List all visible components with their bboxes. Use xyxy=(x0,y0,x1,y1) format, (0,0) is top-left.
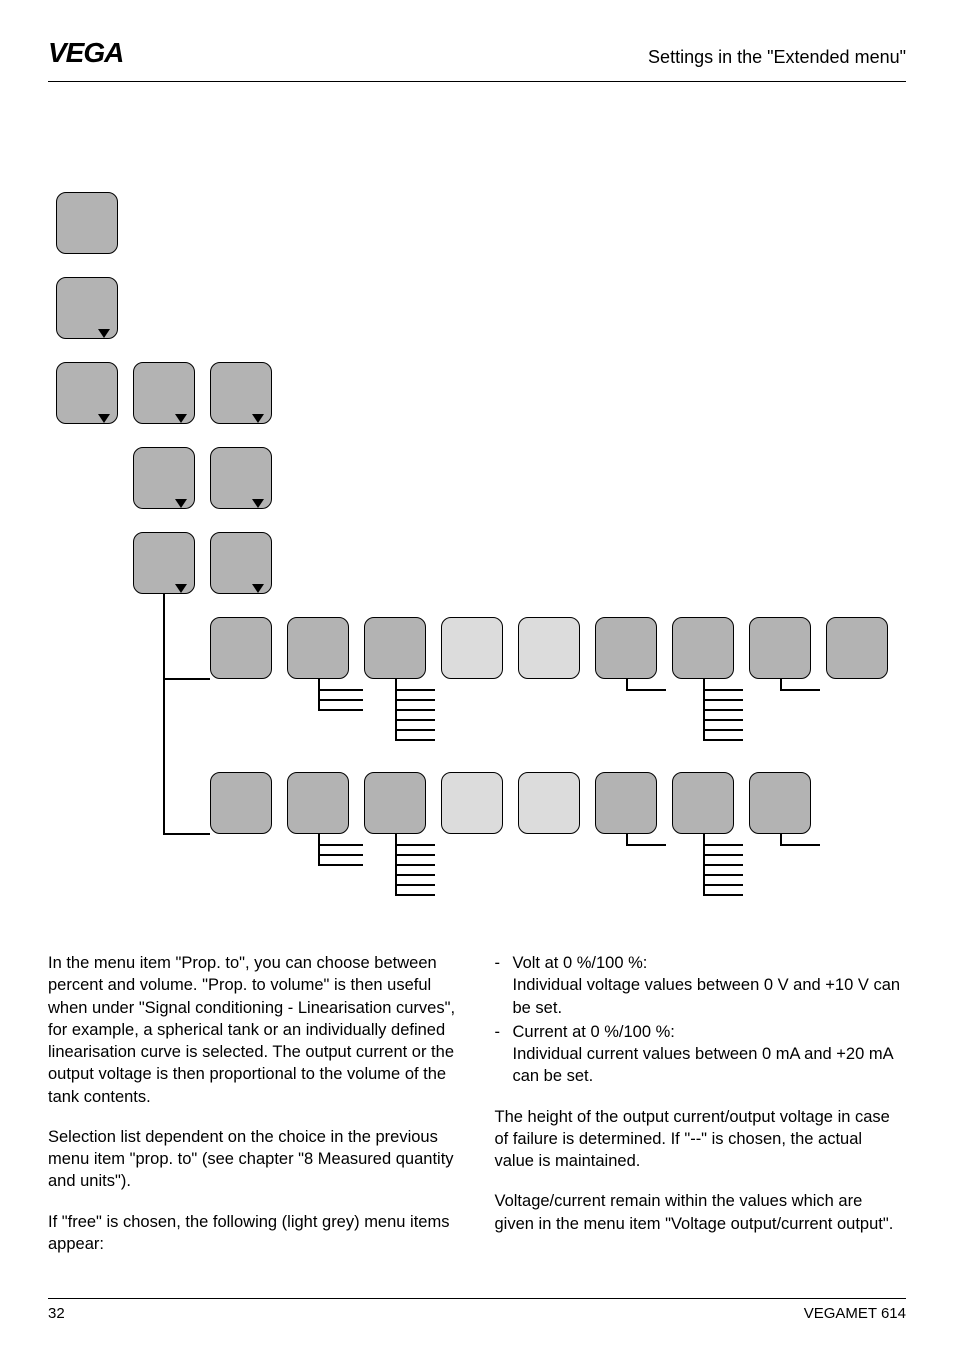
page-footer: 32 VEGAMET 614 xyxy=(48,1298,906,1322)
right-column: - Volt at 0 %/100 %: Individual voltage … xyxy=(495,952,907,1273)
menu-node xyxy=(56,192,118,254)
menu-node xyxy=(364,772,426,834)
paragraph: In the menu item "Prop. to", you can cho… xyxy=(48,952,460,1108)
menu-node-optional xyxy=(441,617,503,679)
page-number: 32 xyxy=(48,1305,65,1322)
menu-node xyxy=(749,772,811,834)
header-title: Settings in the "Extended menu" xyxy=(648,47,906,68)
menu-flow-diagram xyxy=(48,192,908,922)
paragraph: Selection list dependent on the choice i… xyxy=(48,1126,460,1193)
menu-node-optional xyxy=(441,772,503,834)
bullet-body: Individual current values between 0 mA a… xyxy=(513,1045,893,1085)
doc-id: VEGAMET 614 xyxy=(804,1305,906,1322)
left-column: In the menu item "Prop. to", you can cho… xyxy=(48,952,460,1273)
bullet-title: Volt at 0 %/100 %: xyxy=(513,954,648,972)
svg-text:VEGA: VEGA xyxy=(48,40,123,68)
menu-node xyxy=(595,617,657,679)
paragraph: The height of the output current/output … xyxy=(495,1106,907,1173)
bullet-item: - Volt at 0 %/100 %: Individual voltage … xyxy=(495,952,907,1019)
bullet-body: Individual voltage values between 0 V an… xyxy=(513,976,901,1016)
menu-node xyxy=(287,772,349,834)
menu-node xyxy=(672,772,734,834)
paragraph: If "free" is chosen, the following (ligh… xyxy=(48,1211,460,1256)
brand-logo: VEGA xyxy=(48,40,148,75)
menu-node xyxy=(595,772,657,834)
menu-node xyxy=(210,772,272,834)
menu-node-optional xyxy=(518,617,580,679)
menu-node xyxy=(364,617,426,679)
bullet-title: Current at 0 %/100 %: xyxy=(513,1023,675,1041)
paragraph: Voltage/current remain within the values… xyxy=(495,1190,907,1235)
menu-node xyxy=(749,617,811,679)
bullet-item: - Current at 0 %/100 %: Individual curre… xyxy=(495,1021,907,1088)
menu-node-optional xyxy=(518,772,580,834)
menu-node xyxy=(210,617,272,679)
body-text: In the menu item "Prop. to", you can cho… xyxy=(48,952,906,1273)
menu-node xyxy=(826,617,888,679)
page-header: VEGA Settings in the "Extended menu" xyxy=(48,40,906,82)
menu-node xyxy=(287,617,349,679)
menu-node xyxy=(672,617,734,679)
